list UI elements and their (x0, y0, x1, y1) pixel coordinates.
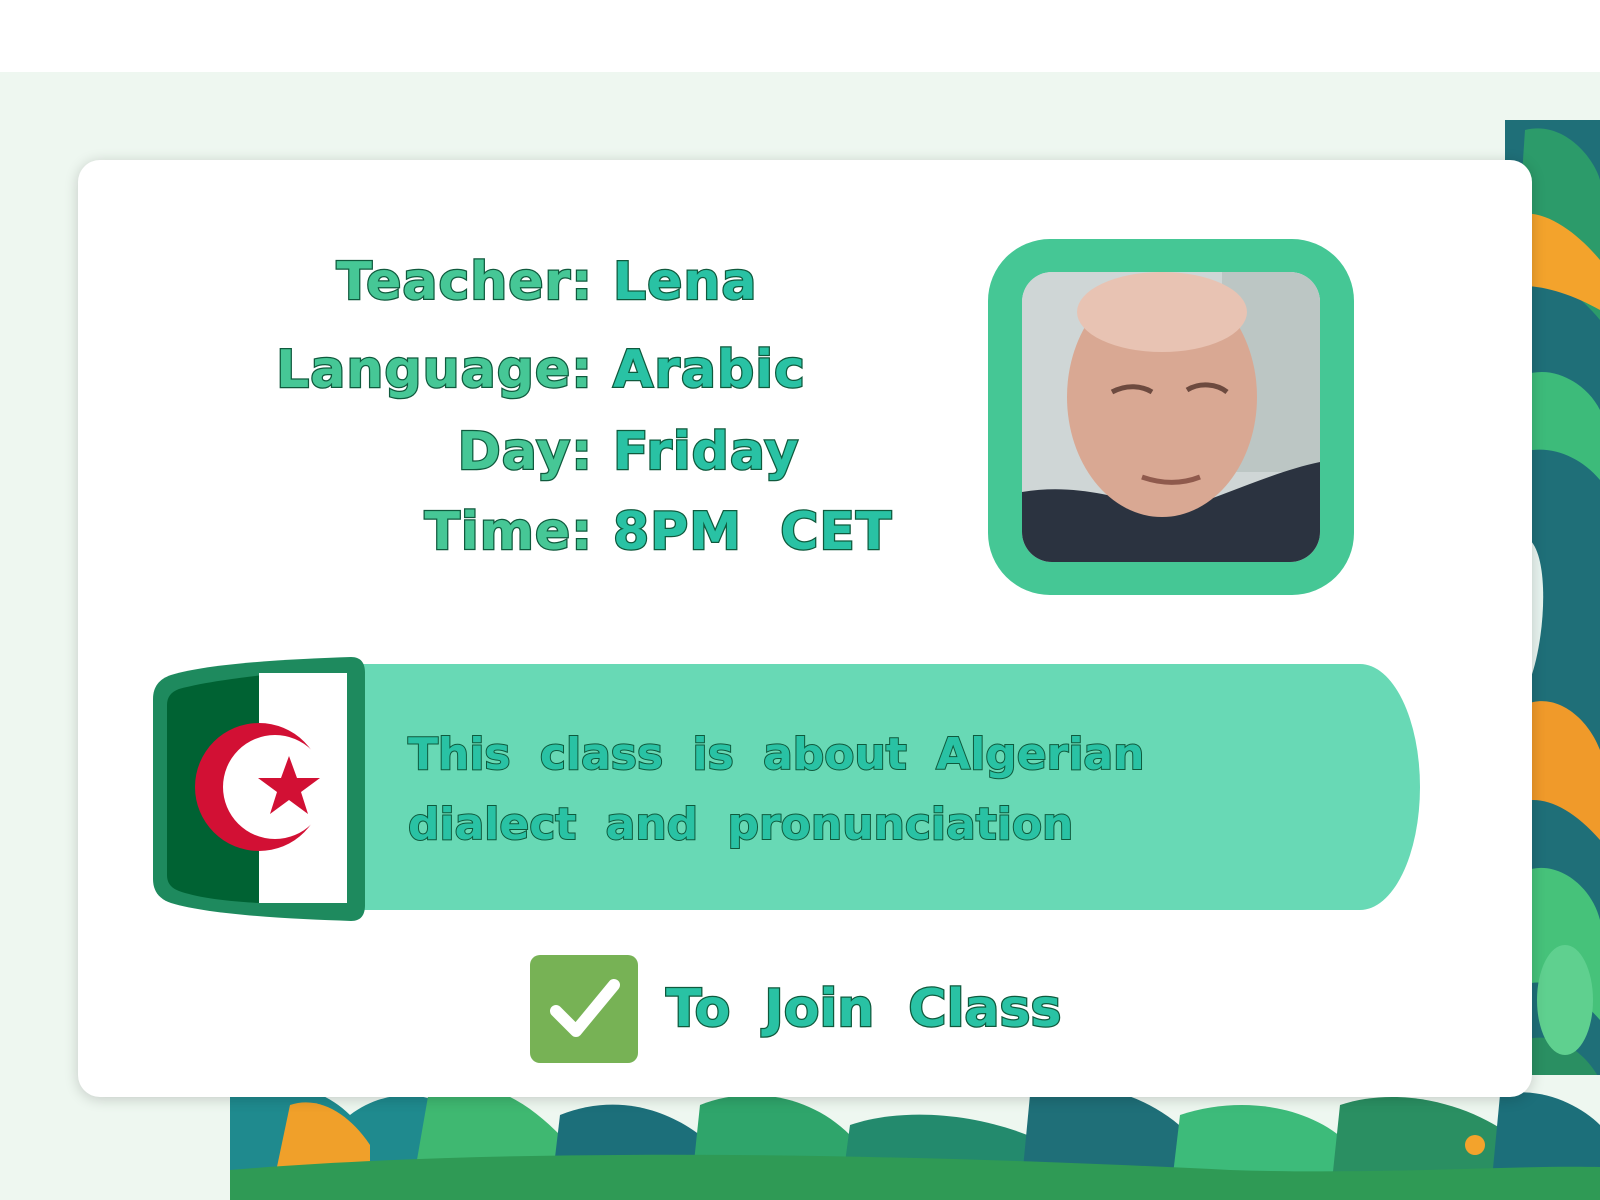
teacher-value: Lena (612, 251, 758, 314)
algeria-flag-icon (151, 653, 368, 925)
join-class-label[interactable]: To Join Class (665, 978, 1063, 1041)
time-value: 8PM CET (612, 501, 893, 564)
class-description: This class is about Algerian dialect and… (407, 728, 1145, 851)
class-card: Teacher: Lena Language: Arabic Day: Frid… (78, 160, 1532, 1097)
language-label: Language: (275, 339, 593, 402)
teacher-label: Teacher: (335, 251, 593, 314)
top-bar (0, 0, 1600, 72)
join-class-button[interactable]: To Join Class (530, 955, 1063, 1063)
language-value: Arabic (612, 339, 806, 402)
teacher-photo (1022, 272, 1320, 562)
check-mark-icon[interactable] (530, 955, 638, 1063)
time-label: Time: (423, 501, 593, 564)
day-value: Friday (612, 421, 800, 484)
day-label: Day: (456, 421, 593, 484)
teacher-photo-frame (988, 239, 1354, 595)
